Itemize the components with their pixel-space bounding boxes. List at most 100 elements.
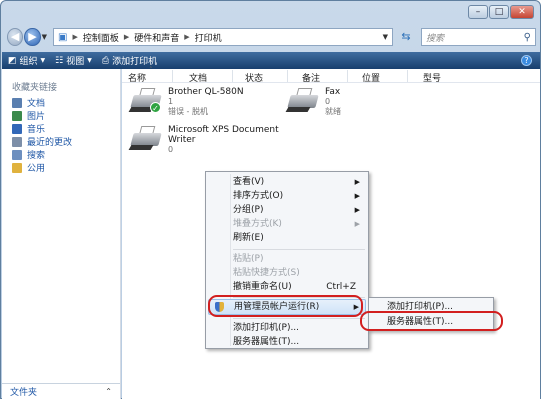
- submenu-arrow-icon: ▶: [354, 220, 360, 228]
- help-icon[interactable]: ?: [521, 55, 532, 66]
- menu-item-stack: 堆叠方式(K) ▶: [233, 219, 360, 229]
- chevron-down-icon[interactable]: ▼: [383, 33, 388, 41]
- printer-name: Fax: [325, 87, 341, 97]
- column-divider[interactable]: [347, 70, 348, 82]
- column-divider[interactable]: [232, 70, 233, 82]
- column-divider[interactable]: [407, 70, 408, 82]
- refresh-icon[interactable]: ⇆: [395, 28, 417, 46]
- favorite-link-recent[interactable]: 最近的更改: [12, 135, 72, 148]
- printer-add-icon: ⎙: [101, 55, 110, 66]
- menu-item-refresh[interactable]: 刷新(E): [208, 231, 366, 245]
- address-row: ◀ ▶ ▼ ▣ ▶ 控制面板 ▶ 硬件和声音 ▶ 打印机 ▼ ⇆ 搜索 ⚲: [7, 27, 536, 47]
- navigation-pane: 收藏夹链接 文档 图片 音乐 最近的更改 搜索 公用 文件夹 ⌃: [2, 69, 121, 399]
- column-name[interactable]: 名称: [128, 71, 146, 84]
- highlight-ring-run-as-admin: [208, 295, 363, 317]
- printer-item-brother[interactable]: ✓ Brother QL-580N 1 错误 - 脱机: [128, 87, 244, 117]
- favorite-link-documents[interactable]: 文档: [12, 96, 72, 109]
- folders-label: 文件夹: [10, 388, 38, 398]
- printer-name-line2: Writer: [168, 135, 196, 145]
- submenu-arrow-icon: ▶: [354, 178, 360, 186]
- undo-shortcut: Ctrl+Z: [326, 282, 356, 292]
- menu-item-add-printer[interactable]: 添加打印机(P)...: [208, 321, 366, 335]
- forward-button[interactable]: ▶: [24, 28, 41, 46]
- column-location[interactable]: 位置: [362, 71, 380, 84]
- music-icon: [12, 123, 22, 134]
- menu-item-group[interactable]: 分组(P) ▶: [208, 203, 366, 217]
- link-label: 最近的更改: [27, 138, 73, 148]
- link-label: 图片: [27, 112, 46, 122]
- command-bar: ◩ 组织 ▼ ☷ 视图 ▼ ⎙ 添加打印机 ?: [2, 52, 540, 69]
- window-controls: – □ ✕: [468, 5, 534, 19]
- column-headers: 名称 ˄ 文档 状态 备注 位置 型号: [122, 66, 540, 84]
- organize-label: 组织: [19, 57, 38, 67]
- views-button[interactable]: ☷ 视图 ▼: [55, 54, 92, 68]
- chevron-right-icon: ▶: [123, 33, 130, 41]
- column-status[interactable]: 状态: [245, 71, 263, 84]
- printer-status: 就绪: [325, 107, 341, 116]
- search-placeholder: 搜索: [426, 33, 445, 44]
- back-button[interactable]: ◀: [7, 28, 24, 46]
- column-model[interactable]: 型号: [423, 71, 441, 84]
- breadcrumb-item[interactable]: 打印机: [195, 31, 222, 44]
- link-label: 搜索: [27, 151, 46, 161]
- chevron-down-icon: ▼: [40, 57, 46, 64]
- minimize-button[interactable]: –: [468, 5, 488, 19]
- printer-doc-count: 0: [168, 145, 174, 154]
- printer-status: 错误 - 脱机: [168, 107, 208, 116]
- chevron-right-icon: ▶: [72, 33, 78, 41]
- menu-item-paste-shortcut: 粘贴快捷方式(S): [233, 268, 300, 278]
- column-divider[interactable]: [287, 70, 288, 82]
- menu-item-server-properties[interactable]: 服务器属性(T)...: [208, 335, 366, 349]
- menu-item-paste: 粘贴(P): [233, 254, 264, 264]
- views-label: 视图: [66, 57, 85, 67]
- folders-toggle[interactable]: 文件夹 ⌃: [2, 383, 120, 399]
- default-check-icon: ✓: [150, 102, 161, 113]
- printer-name: Brother QL-580N: [168, 87, 244, 97]
- favorites-title: 收藏夹链接: [12, 83, 58, 93]
- favorite-link-music[interactable]: 音乐: [12, 122, 72, 135]
- searches-icon: [12, 149, 22, 160]
- printer-item-xps[interactable]: Microsoft XPS Document Writer 0: [128, 125, 279, 155]
- menu-separator: [233, 249, 365, 250]
- favorite-link-pictures[interactable]: 图片: [12, 109, 72, 122]
- close-button[interactable]: ✕: [510, 5, 534, 19]
- breadcrumb-item[interactable]: 控制面板: [83, 31, 119, 44]
- context-menu: 查看(V) ▶ 排序方式(O) ▶ 分组(P) ▶ 堆叠方式(K) ▶ 刷新(E) 粘贴…: [205, 171, 369, 349]
- favorite-link-public[interactable]: 公用: [12, 161, 72, 174]
- highlight-ring-server-properties: [360, 311, 503, 331]
- control-panel-icon: ▣: [58, 31, 68, 43]
- address-bar[interactable]: ▣ ▶ 控制面板 ▶ 硬件和声音 ▶ 打印机 ▼: [53, 28, 393, 46]
- printer-icon: [128, 125, 164, 153]
- menu-item-view[interactable]: 查看(V) ▶: [208, 175, 366, 189]
- menu-item-sort[interactable]: 排序方式(O) ▶: [208, 189, 366, 203]
- printer-icon: ✓: [128, 87, 164, 115]
- link-label: 公用: [27, 164, 46, 174]
- chevron-down-icon: ▼: [87, 57, 92, 64]
- column-documents[interactable]: 文档: [189, 71, 207, 84]
- explorer-window: – □ ✕ ◀ ▶ ▼ ▣ ▶ 控制面板 ▶ 硬件和声音 ▶ 打印机 ▼ ⇆ 搜…: [0, 0, 541, 399]
- favorite-link-searches[interactable]: 搜索: [12, 148, 72, 161]
- search-icon[interactable]: ⚲: [524, 32, 531, 43]
- search-input[interactable]: 搜索 ⚲: [421, 28, 536, 46]
- favorite-links: 文档 图片 音乐 最近的更改 搜索 公用: [12, 96, 72, 174]
- views-icon: ☷: [55, 55, 64, 66]
- printer-doc-count: 0: [325, 97, 331, 106]
- column-comments[interactable]: 备注: [302, 71, 320, 84]
- submenu-arrow-icon: ▶: [354, 206, 360, 214]
- organize-button[interactable]: ◩ 组织 ▼: [8, 54, 46, 68]
- sort-up-icon: ˄: [149, 66, 153, 74]
- documents-icon: [12, 97, 22, 108]
- printer-doc-count: 1: [168, 97, 174, 106]
- breadcrumb-item[interactable]: 硬件和声音: [134, 31, 179, 44]
- maximize-button[interactable]: □: [489, 5, 509, 19]
- menu-separator: [233, 318, 365, 319]
- chevron-up-icon: ⌃: [105, 387, 112, 396]
- submenu-arrow-icon: ▶: [354, 192, 360, 200]
- fax-icon: [285, 87, 321, 115]
- recent-pages-icon[interactable]: ▼: [42, 33, 47, 41]
- menu-item-undo-rename[interactable]: 撤销重命名(U) Ctrl+Z: [208, 280, 366, 294]
- printer-item-fax[interactable]: Fax 0 就绪: [285, 87, 341, 117]
- printer-name: Microsoft XPS Document: [168, 125, 279, 135]
- recent-changes-icon: [12, 136, 22, 147]
- column-divider[interactable]: [172, 70, 173, 82]
